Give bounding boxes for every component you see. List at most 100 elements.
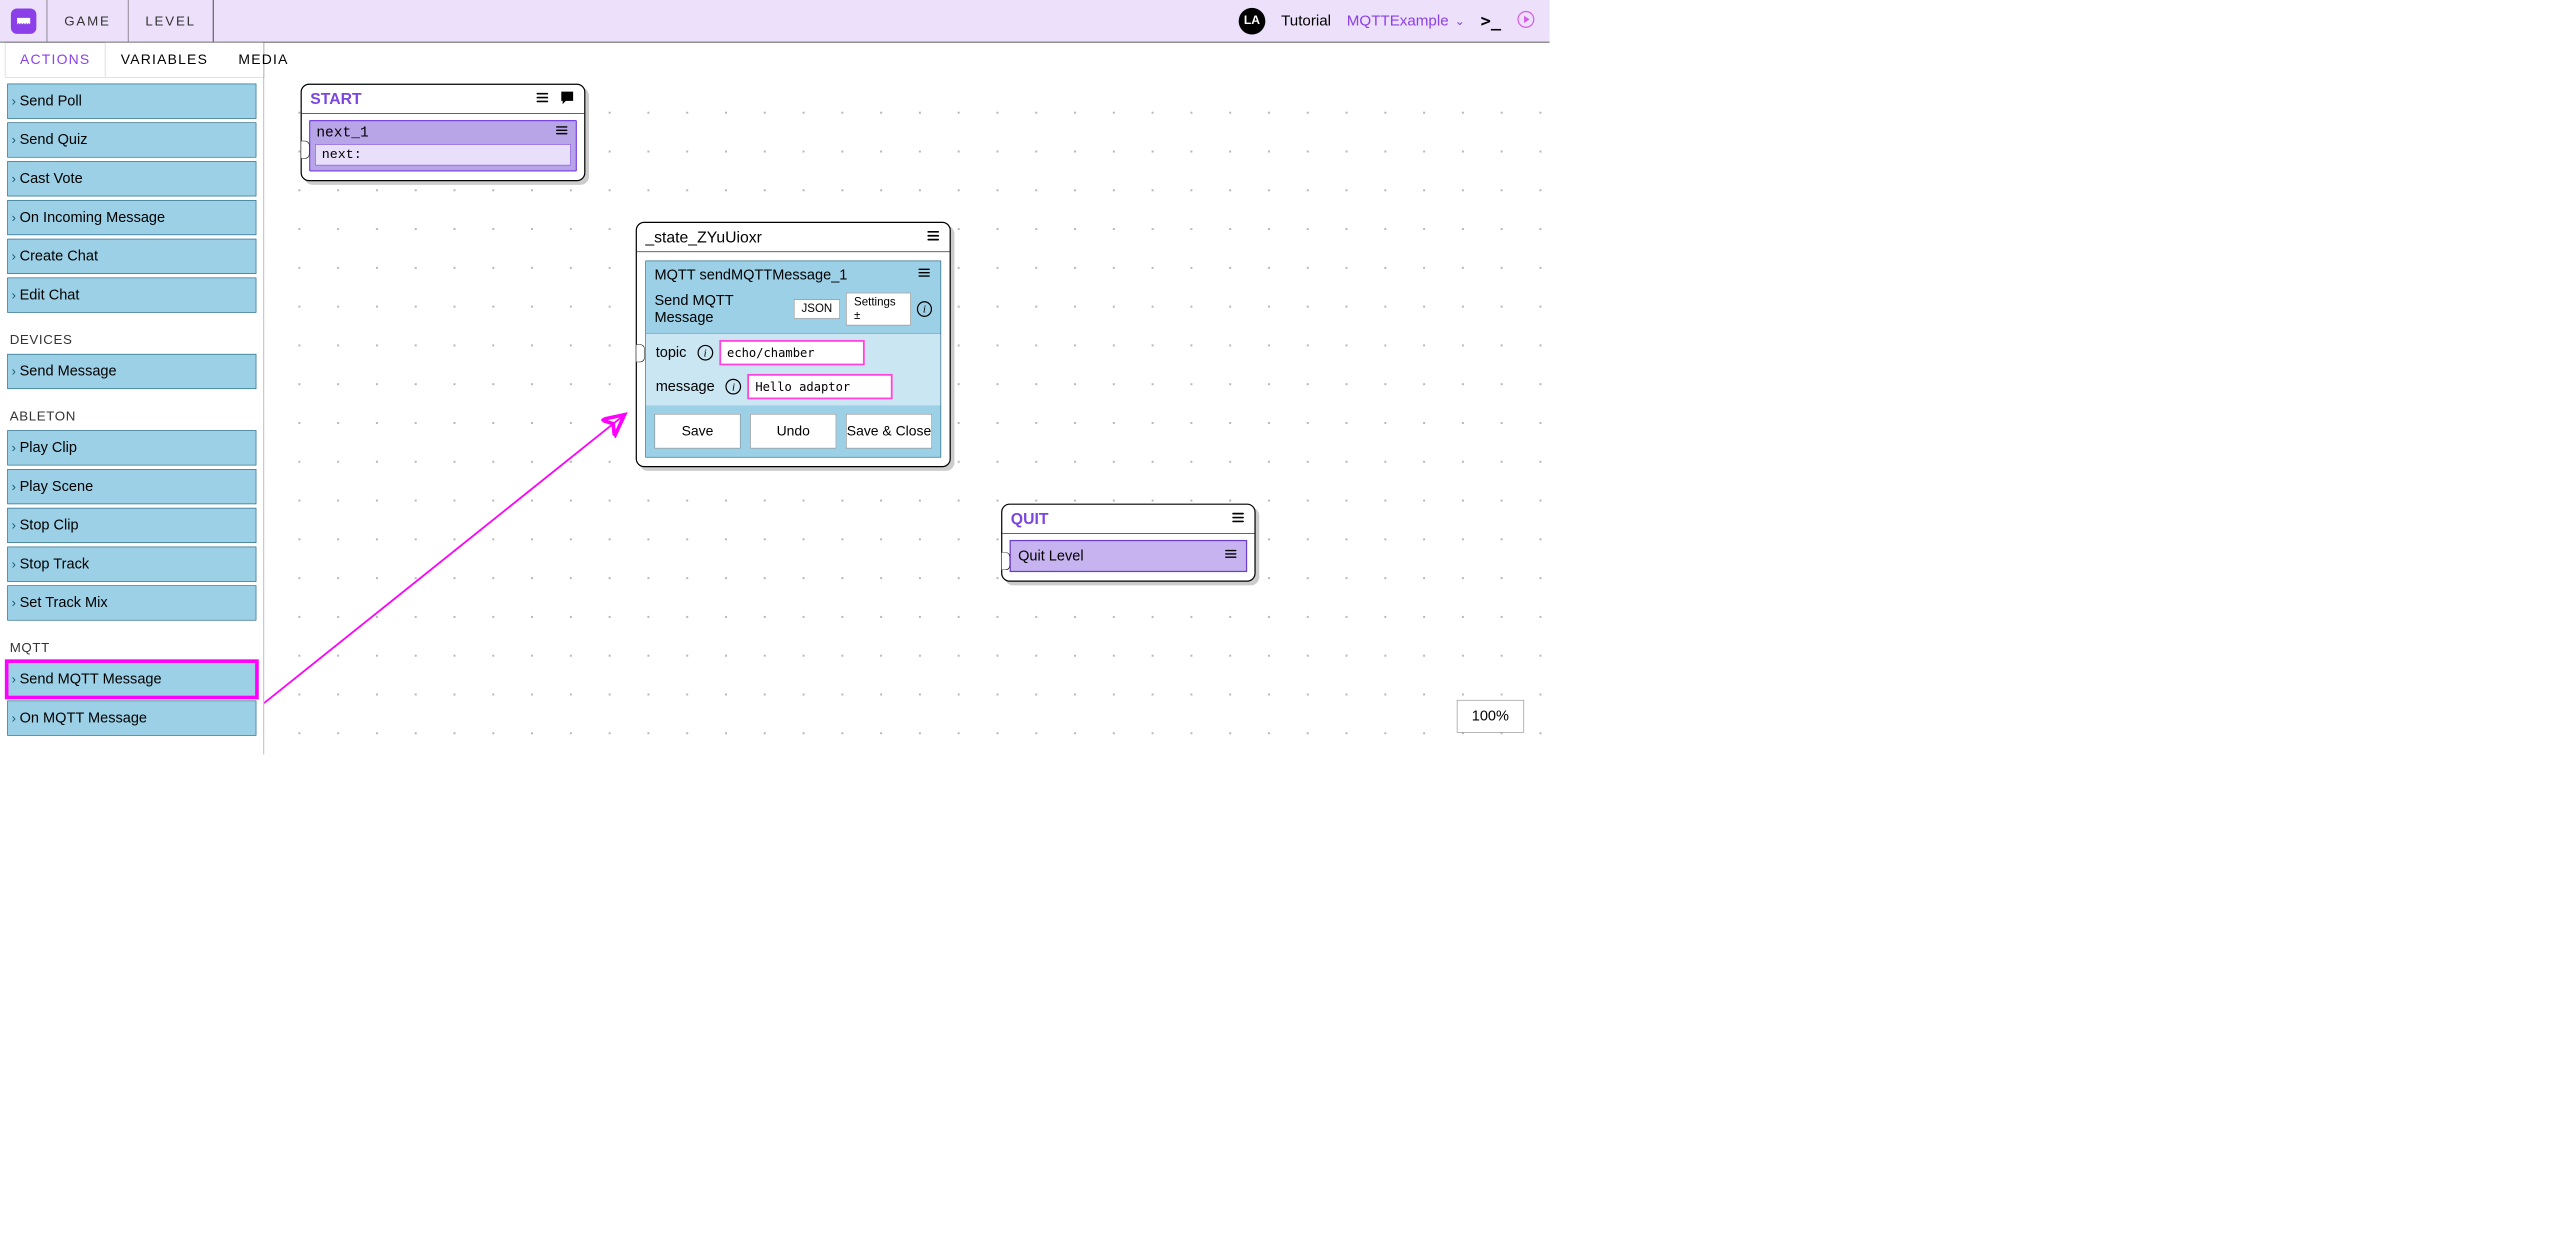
chevron-down-icon: ⌄ (1455, 13, 1465, 28)
tab-actions[interactable]: ACTIONS (5, 42, 106, 77)
hamburger-icon[interactable] (1230, 511, 1246, 527)
slot-next[interactable]: next_1 next: (309, 120, 577, 172)
info-icon[interactable]: i (917, 301, 932, 317)
sidebar-item-label: Stop Track (20, 556, 90, 573)
hamburger-icon[interactable] (916, 266, 932, 284)
sidebar-category-devices: DEVICES (10, 332, 254, 348)
undo-button[interactable]: Undo (750, 414, 836, 449)
chevron-right-icon: › (12, 364, 16, 380)
field-message-input[interactable] (747, 374, 892, 399)
sidebar-item-label: Send Message (20, 363, 117, 380)
sidebar-item-label: Send MQTT Message (20, 671, 162, 688)
hamburger-icon[interactable] (534, 91, 550, 107)
sidebar-scroll[interactable]: ›Send Poll ›Send Quiz ›Cast Vote ›On Inc… (0, 78, 264, 755)
sidebar-item-play-clip[interactable]: ›Play Clip (7, 430, 256, 465)
field-topic-input[interactable] (719, 340, 864, 365)
node-title: START (310, 90, 361, 109)
slot-sub-text: next: (315, 144, 571, 165)
project-dropdown[interactable]: MQTTExample ⌄ (1347, 12, 1465, 30)
project-name-label: MQTTExample (1347, 12, 1449, 30)
chevron-right-icon: › (12, 479, 16, 495)
zoom-indicator[interactable]: 100% (1457, 700, 1525, 733)
speech-bubble-icon[interactable] (559, 90, 576, 109)
tutorial-link[interactable]: Tutorial (1281, 12, 1331, 30)
sidebar-item-stop-track[interactable]: ›Stop Track (7, 547, 256, 582)
chevron-right-icon: › (12, 556, 16, 572)
sidebar-item-edit-chat[interactable]: ›Edit Chat (7, 278, 256, 313)
chevron-right-icon: › (12, 287, 16, 303)
node-start[interactable]: START next_1 next: (301, 84, 586, 182)
sidebar-item-label: Play Scene (20, 478, 94, 495)
node-port-in[interactable] (1002, 552, 1010, 570)
sidebar-category-mqtt: MQTT (10, 640, 254, 656)
menu-level[interactable]: LEVEL (128, 0, 213, 42)
chevron-right-icon: › (12, 710, 16, 726)
chevron-right-icon: › (12, 671, 16, 687)
sidebar-item-send-message[interactable]: ›Send Message (7, 354, 256, 389)
node-state[interactable]: _state_ZYuUioxr MQTT sendMQTTMessage_1 S… (636, 222, 951, 467)
mqtt-block-title: MQTT sendMQTTMessage_1 (654, 266, 847, 283)
left-panel: ACTIONS VARIABLES MEDIA ›Send Poll ›Send… (0, 42, 264, 754)
hamburger-icon[interactable] (925, 229, 941, 245)
terminal-icon[interactable]: >_ (1481, 11, 1501, 31)
sidebar-item-label: On Incoming Message (20, 209, 166, 226)
sidebar-item-send-poll[interactable]: ›Send Poll (7, 84, 256, 119)
top-menu-bar: GAME LEVEL LA Tutorial MQTTExample ⌄ >_ (0, 0, 1550, 42)
play-icon[interactable] (1517, 10, 1535, 31)
sidebar-item-label: Cast Vote (20, 170, 83, 187)
sidebar-item-on-mqtt-message[interactable]: ›On MQTT Message (7, 701, 256, 736)
app-logo[interactable] (0, 0, 47, 42)
settings-button[interactable]: Settings ± (846, 293, 911, 326)
sidebar-item-on-incoming-message[interactable]: ›On Incoming Message (7, 200, 256, 235)
node-quit[interactable]: QUIT Quit Level (1001, 504, 1256, 582)
chevron-right-icon: › (12, 440, 16, 456)
chevron-right-icon: › (12, 518, 16, 534)
node-header[interactable]: START (302, 85, 584, 114)
sidebar-item-label: Edit Chat (20, 287, 80, 304)
chevron-right-icon: › (12, 132, 16, 148)
chevron-right-icon: › (12, 171, 16, 187)
save-button[interactable]: Save (654, 414, 740, 449)
chevron-right-icon: › (12, 248, 16, 264)
user-avatar[interactable]: LA (1239, 8, 1266, 35)
node-canvas[interactable]: START next_1 next: _state_ZYuUioxr (264, 78, 1549, 755)
sidebar-item-set-track-mix[interactable]: ›Set Track Mix (7, 585, 256, 620)
mqtt-block: MQTT sendMQTTMessage_1 Send MQTT Message… (645, 261, 941, 458)
sidebar-item-send-quiz[interactable]: ›Send Quiz (7, 122, 256, 157)
node-title: QUIT (1011, 510, 1049, 529)
menu-game[interactable]: GAME (47, 0, 128, 42)
sidebar-item-label: Create Chat (20, 248, 98, 265)
info-icon[interactable]: i (726, 379, 742, 395)
sidebar-tabs: ACTIONS VARIABLES MEDIA (5, 42, 264, 77)
save-close-button[interactable]: Save & Close (846, 414, 932, 449)
node-header[interactable]: _state_ZYuUioxr (637, 223, 950, 252)
sidebar-item-play-scene[interactable]: ›Play Scene (7, 469, 256, 504)
mqtt-block-subtitle: Send MQTT Message (654, 292, 793, 326)
slot-label-text: next_1 (316, 125, 368, 141)
sidebar-item-label: Set Track Mix (20, 594, 108, 611)
chevron-right-icon: › (12, 93, 16, 109)
sidebar-item-send-mqtt-message[interactable]: ›Send MQTT Message (7, 662, 256, 697)
sidebar-item-label: Send Poll (20, 93, 82, 110)
chevron-right-icon: › (12, 595, 16, 611)
hamburger-icon[interactable] (1223, 547, 1239, 565)
sidebar-item-label: Send Quiz (20, 132, 88, 149)
sidebar-item-label: Play Clip (20, 439, 77, 456)
chevron-right-icon: › (12, 210, 16, 226)
logo-badge-icon (11, 8, 36, 33)
node-port-in[interactable] (636, 344, 644, 362)
hamburger-icon[interactable] (554, 124, 570, 142)
sidebar-item-label: On MQTT Message (20, 710, 147, 727)
field-message-label: message (656, 378, 715, 395)
sidebar-item-stop-clip[interactable]: ›Stop Clip (7, 508, 256, 543)
node-header[interactable]: QUIT (1002, 505, 1254, 534)
tab-variables[interactable]: VARIABLES (106, 42, 224, 77)
node-port-out[interactable] (301, 141, 309, 159)
json-button[interactable]: JSON (794, 299, 840, 318)
sidebar-item-create-chat[interactable]: ›Create Chat (7, 239, 256, 274)
slot-quit-level[interactable]: Quit Level (1010, 540, 1248, 572)
sidebar-item-cast-vote[interactable]: ›Cast Vote (7, 161, 256, 196)
tab-media[interactable]: MEDIA (223, 42, 304, 77)
info-icon[interactable]: i (697, 345, 713, 361)
field-topic-label: topic (656, 344, 687, 361)
